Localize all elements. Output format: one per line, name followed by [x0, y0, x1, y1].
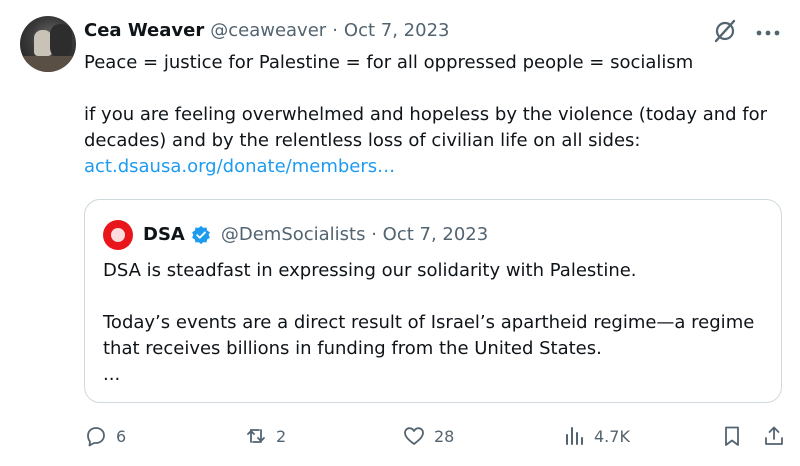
share-icon	[765, 426, 783, 445]
reply-icon	[87, 427, 105, 447]
bookmark-icon	[725, 426, 739, 446]
share-button[interactable]	[762, 424, 786, 448]
quote-handle-date[interactable]: @DemSocialists · Oct 7, 2023	[221, 222, 488, 248]
separator-dot: ·	[332, 20, 338, 41]
quote-author-name[interactable]: DSA	[143, 222, 185, 248]
quote-tweet-card[interactable]: DSA @DemSocialists · Oct 7, 2023 DSA is …	[84, 199, 782, 403]
quote-header: DSA @DemSocialists · Oct 7, 2023	[103, 220, 488, 250]
tweet-action-bar: 6 2 28 4.7K	[84, 424, 784, 450]
author-handle[interactable]: @ceaweaver	[210, 18, 326, 44]
tweet-top-actions	[712, 18, 780, 44]
bookmark-button[interactable]	[720, 424, 744, 448]
author-name[interactable]: Cea Weaver	[84, 18, 204, 44]
quote-line-2: Today’s events are a direct result of Is…	[103, 312, 755, 359]
views-count: 4.7K	[594, 426, 630, 446]
like-button[interactable]: 28	[402, 424, 454, 448]
heart-icon	[404, 427, 424, 445]
grok-icon[interactable]	[712, 18, 738, 44]
more-icon[interactable]	[756, 21, 780, 41]
quote-ellipsis: ...	[103, 364, 121, 385]
tweet-text: Peace = justice for Palestine = for all …	[84, 50, 774, 180]
donate-link[interactable]: act.dsausa.org/donate/members…	[84, 156, 395, 177]
author-avatar[interactable]	[20, 16, 76, 72]
tweet-line-1: Peace = justice for Palestine = for all …	[84, 52, 694, 73]
repost-count: 2	[276, 426, 287, 446]
reply-button[interactable]: 6	[84, 424, 126, 448]
tweet-date[interactable]: Oct 7, 2023	[344, 18, 450, 44]
quote-line-1: DSA is steadfast in expressing our solid…	[103, 260, 637, 281]
tweet-line-2: if you are feeling overwhelmed and hopel…	[84, 104, 768, 151]
reply-count: 6	[116, 426, 127, 446]
avatar-ground	[20, 56, 76, 72]
avatar-figure-dark	[50, 24, 72, 58]
repost-icon	[247, 429, 265, 443]
views-icon	[566, 427, 583, 445]
quote-text: DSA is steadfast in expressing our solid…	[103, 258, 763, 388]
verified-badge-icon	[191, 225, 211, 245]
repost-button[interactable]: 2	[244, 424, 286, 448]
dsa-avatar[interactable]	[103, 220, 133, 250]
views-button[interactable]: 4.7K	[562, 424, 630, 448]
tweet-header: Cea Weaver @ceaweaver · Oct 7, 2023	[84, 18, 449, 44]
like-count: 28	[434, 426, 455, 446]
